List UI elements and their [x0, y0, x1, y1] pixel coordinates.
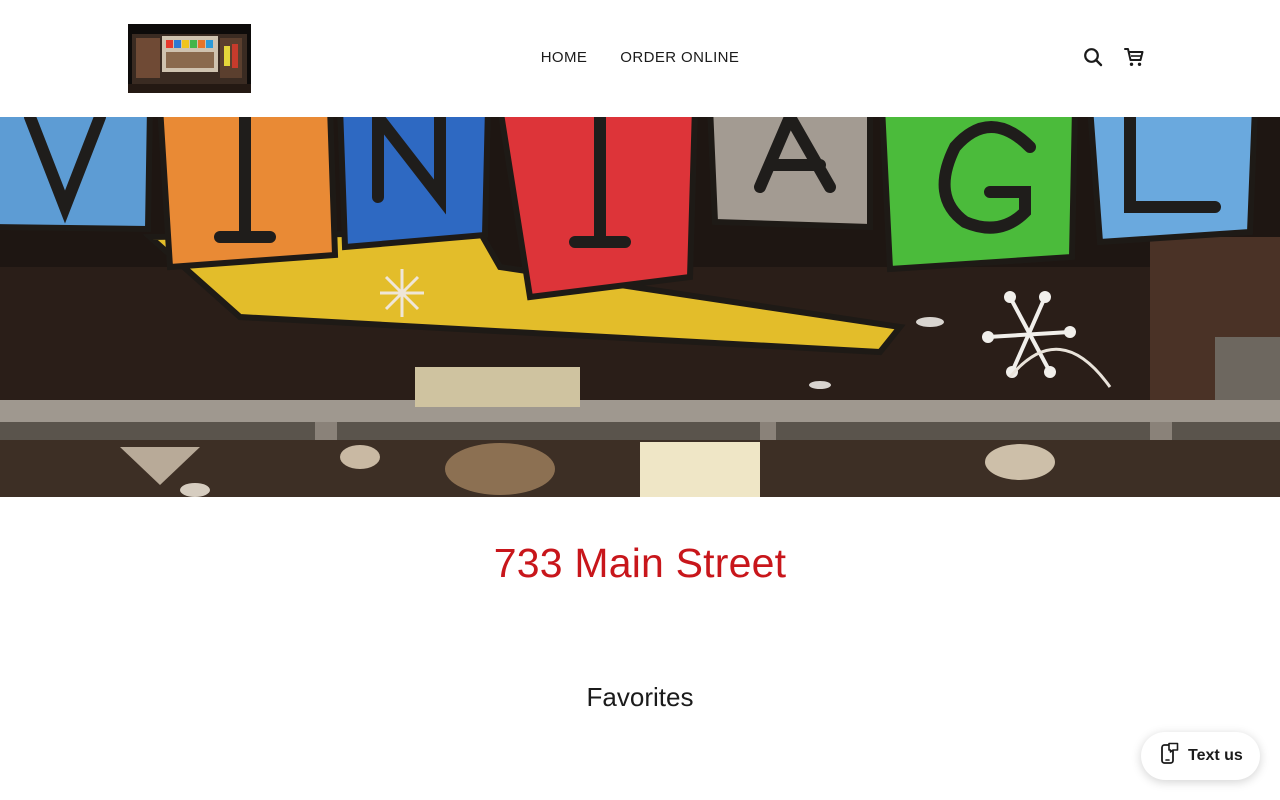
hero-image — [0, 117, 1280, 497]
site-header: HOME ORDER ONLINE — [0, 0, 1280, 117]
store-address: 733 Main Street — [493, 540, 787, 586]
text-us-label: Text us — [1188, 747, 1243, 764]
message-phone-icon — [1158, 742, 1180, 771]
text-us-button[interactable]: Text us — [1141, 732, 1260, 780]
cart-icon[interactable] — [1123, 46, 1145, 68]
header-actions — [1082, 46, 1145, 68]
section-title-favorites: Favorites — [586, 682, 694, 712]
search-icon[interactable] — [1082, 46, 1104, 68]
nav-item-home[interactable]: HOME — [541, 48, 588, 68]
vintage-sign-image — [0, 117, 1280, 497]
nav-item-order-online[interactable]: ORDER ONLINE — [620, 48, 739, 68]
